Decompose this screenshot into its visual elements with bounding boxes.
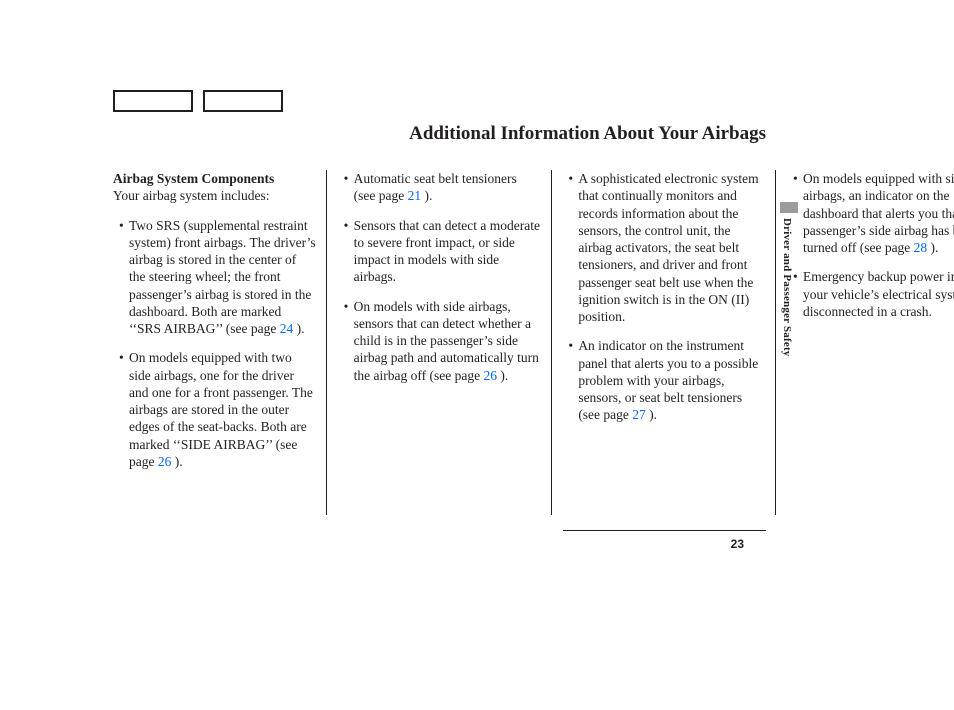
page-link[interactable]: 26 (158, 454, 172, 469)
list-item: Automatic seat belt tensioners (see page… (344, 170, 541, 205)
section-intro: Airbag System Components Your airbag sys… (113, 170, 316, 205)
thumb-tab (780, 202, 798, 213)
item-text-tail: ). (171, 454, 182, 469)
page-number: 23 (731, 537, 744, 552)
page-title: Additional Information About Your Airbag… (0, 122, 766, 146)
list-item: Sensors that can detect a moderate to se… (344, 217, 541, 286)
item-text: An indicator on the instrument panel tha… (578, 338, 758, 422)
item-text: Sensors that can detect a moderate to se… (354, 218, 540, 285)
page-link[interactable]: 27 (632, 407, 646, 422)
page-link[interactable]: 28 (914, 240, 928, 255)
item-text: On models with side airbags, sensors tha… (354, 299, 539, 383)
list-item: An indicator on the instrument panel tha… (568, 337, 765, 423)
item-text-tail: ). (421, 188, 432, 203)
list-item: On models equipped with two side airbags… (119, 349, 316, 470)
nav-box-2[interactable] (203, 90, 283, 112)
list-item: A sophisticated electronic system that c… (568, 170, 765, 325)
item-text: Two SRS (supplemental restraint system) … (129, 218, 316, 337)
nav-box-1[interactable] (113, 90, 193, 112)
item-text: Automatic seat belt tensioners (see page (354, 171, 517, 203)
top-link-boxes (113, 90, 283, 112)
components-list: Two SRS (supplemental restraint system) … (113, 170, 954, 515)
section-tab-label: Driver and Passenger Safety (780, 218, 794, 357)
list-item: On models with side airbags, sensors tha… (344, 298, 541, 384)
list-item: Emergency backup power in case your vehi… (793, 268, 954, 320)
intro-text: Your airbag system includes: (113, 188, 270, 203)
list-item: On models equipped with side airbags, an… (793, 170, 954, 256)
body-columns: Airbag System Components Your airbag sys… (113, 170, 765, 515)
item-text-tail: ). (927, 240, 938, 255)
footer-rule (563, 530, 766, 531)
item-text: On models equipped with two side airbags… (129, 350, 313, 469)
item-text-tail: ). (293, 321, 304, 336)
page-link[interactable]: 24 (280, 321, 294, 336)
item-text: A sophisticated electronic system that c… (578, 171, 758, 324)
page-link[interactable]: 26 (483, 368, 497, 383)
page-link[interactable]: 21 (408, 188, 422, 203)
list-item: Two SRS (supplemental restraint system) … (119, 217, 316, 338)
item-text-tail: ). (497, 368, 508, 383)
page: Additional Information About Your Airbag… (0, 0, 954, 710)
item-text: Emergency backup power in case your vehi… (803, 269, 954, 319)
section-heading: Airbag System Components (113, 171, 274, 186)
item-text-tail: ). (646, 407, 657, 422)
